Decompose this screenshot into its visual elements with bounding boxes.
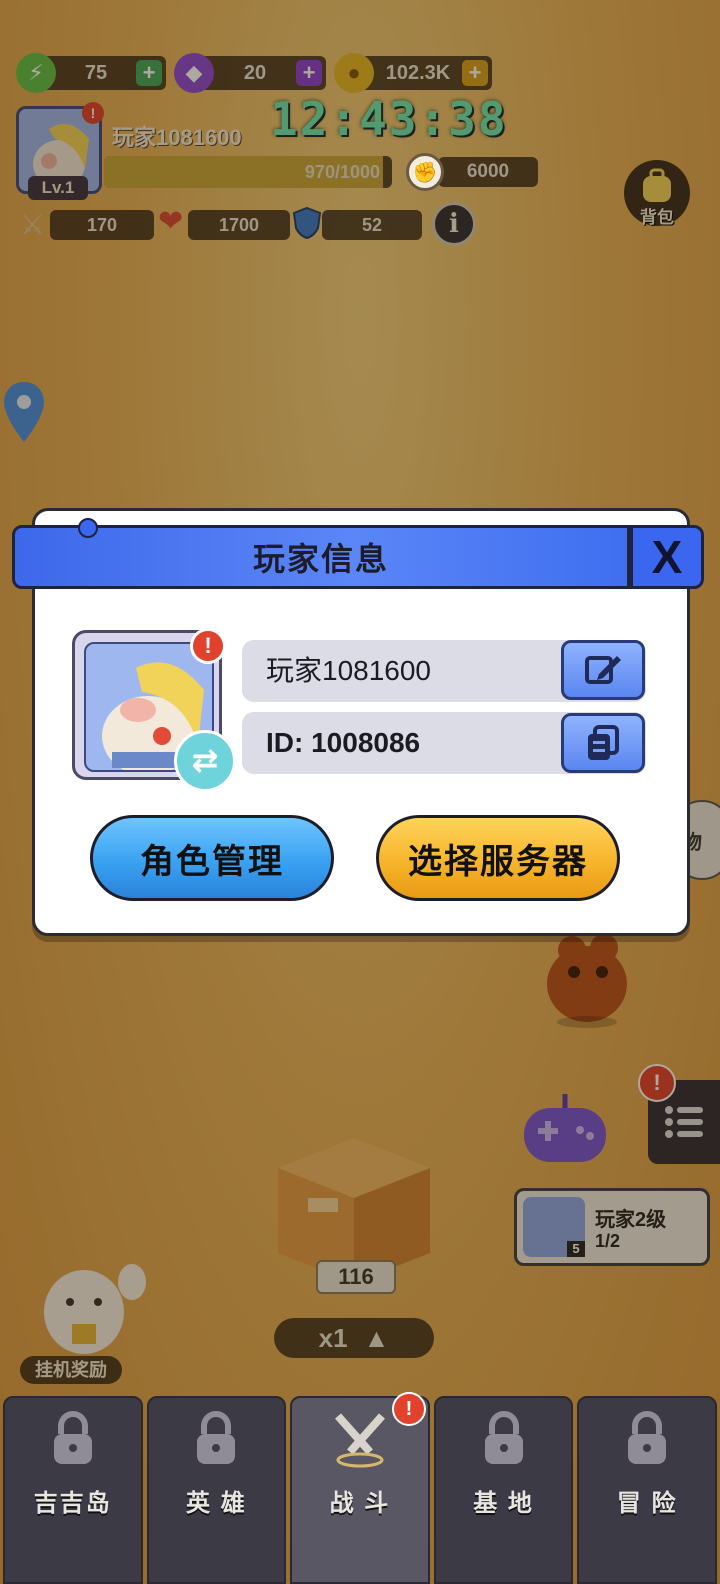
lock-icon [191,1408,241,1473]
tab-base[interactable]: 基 地 [433,1396,574,1584]
player-id-value: ID: 1008086 [266,727,421,758]
crossed-swords-icon [330,1408,390,1473]
tab-jiji-island[interactable]: 吉吉岛 [3,1396,143,1584]
tab-label: 战 斗 [329,1490,391,1517]
battle-alert-icon: ! [392,1392,426,1426]
dialog-header: 玩家信息 [12,525,630,589]
close-icon: X [651,531,683,583]
tab-label: 基 地 [473,1490,534,1517]
dialog-title: 玩家信息 [252,541,389,577]
player-name-value: 玩家1081600 [266,655,432,686]
tab-label: 英 雄 [186,1490,247,1517]
edit-name-button[interactable] [561,640,645,700]
swap-avatar-icon[interactable]: ⇄ [174,730,236,792]
tab-label: 吉吉岛 [33,1490,112,1517]
role-management-label: 角色管理 [140,842,284,881]
tab-adventure[interactable]: 冒 险 [577,1396,717,1584]
fist-icon: ✊ [406,153,444,191]
role-management-button[interactable]: 角色管理 [90,815,334,901]
close-button[interactable]: X [630,525,704,589]
header-dot [78,518,98,538]
lock-icon [48,1408,98,1473]
copy-id-button[interactable] [561,713,645,773]
lock-icon [479,1408,529,1473]
tab-heroes[interactable]: 英 雄 [146,1396,287,1584]
lock-icon [622,1408,672,1473]
bottom-nav: 吉吉岛 英 雄 战 斗 基 地 冒 险 [0,1396,720,1584]
select-server-button[interactable]: 选择服务器 [376,815,620,901]
edit-icon [585,656,621,684]
select-server-label: 选择服务器 [408,842,588,881]
dialog-avatar-alert-icon: ! [190,628,226,664]
copy-icon [588,725,619,760]
tab-label: 冒 险 [616,1490,678,1517]
